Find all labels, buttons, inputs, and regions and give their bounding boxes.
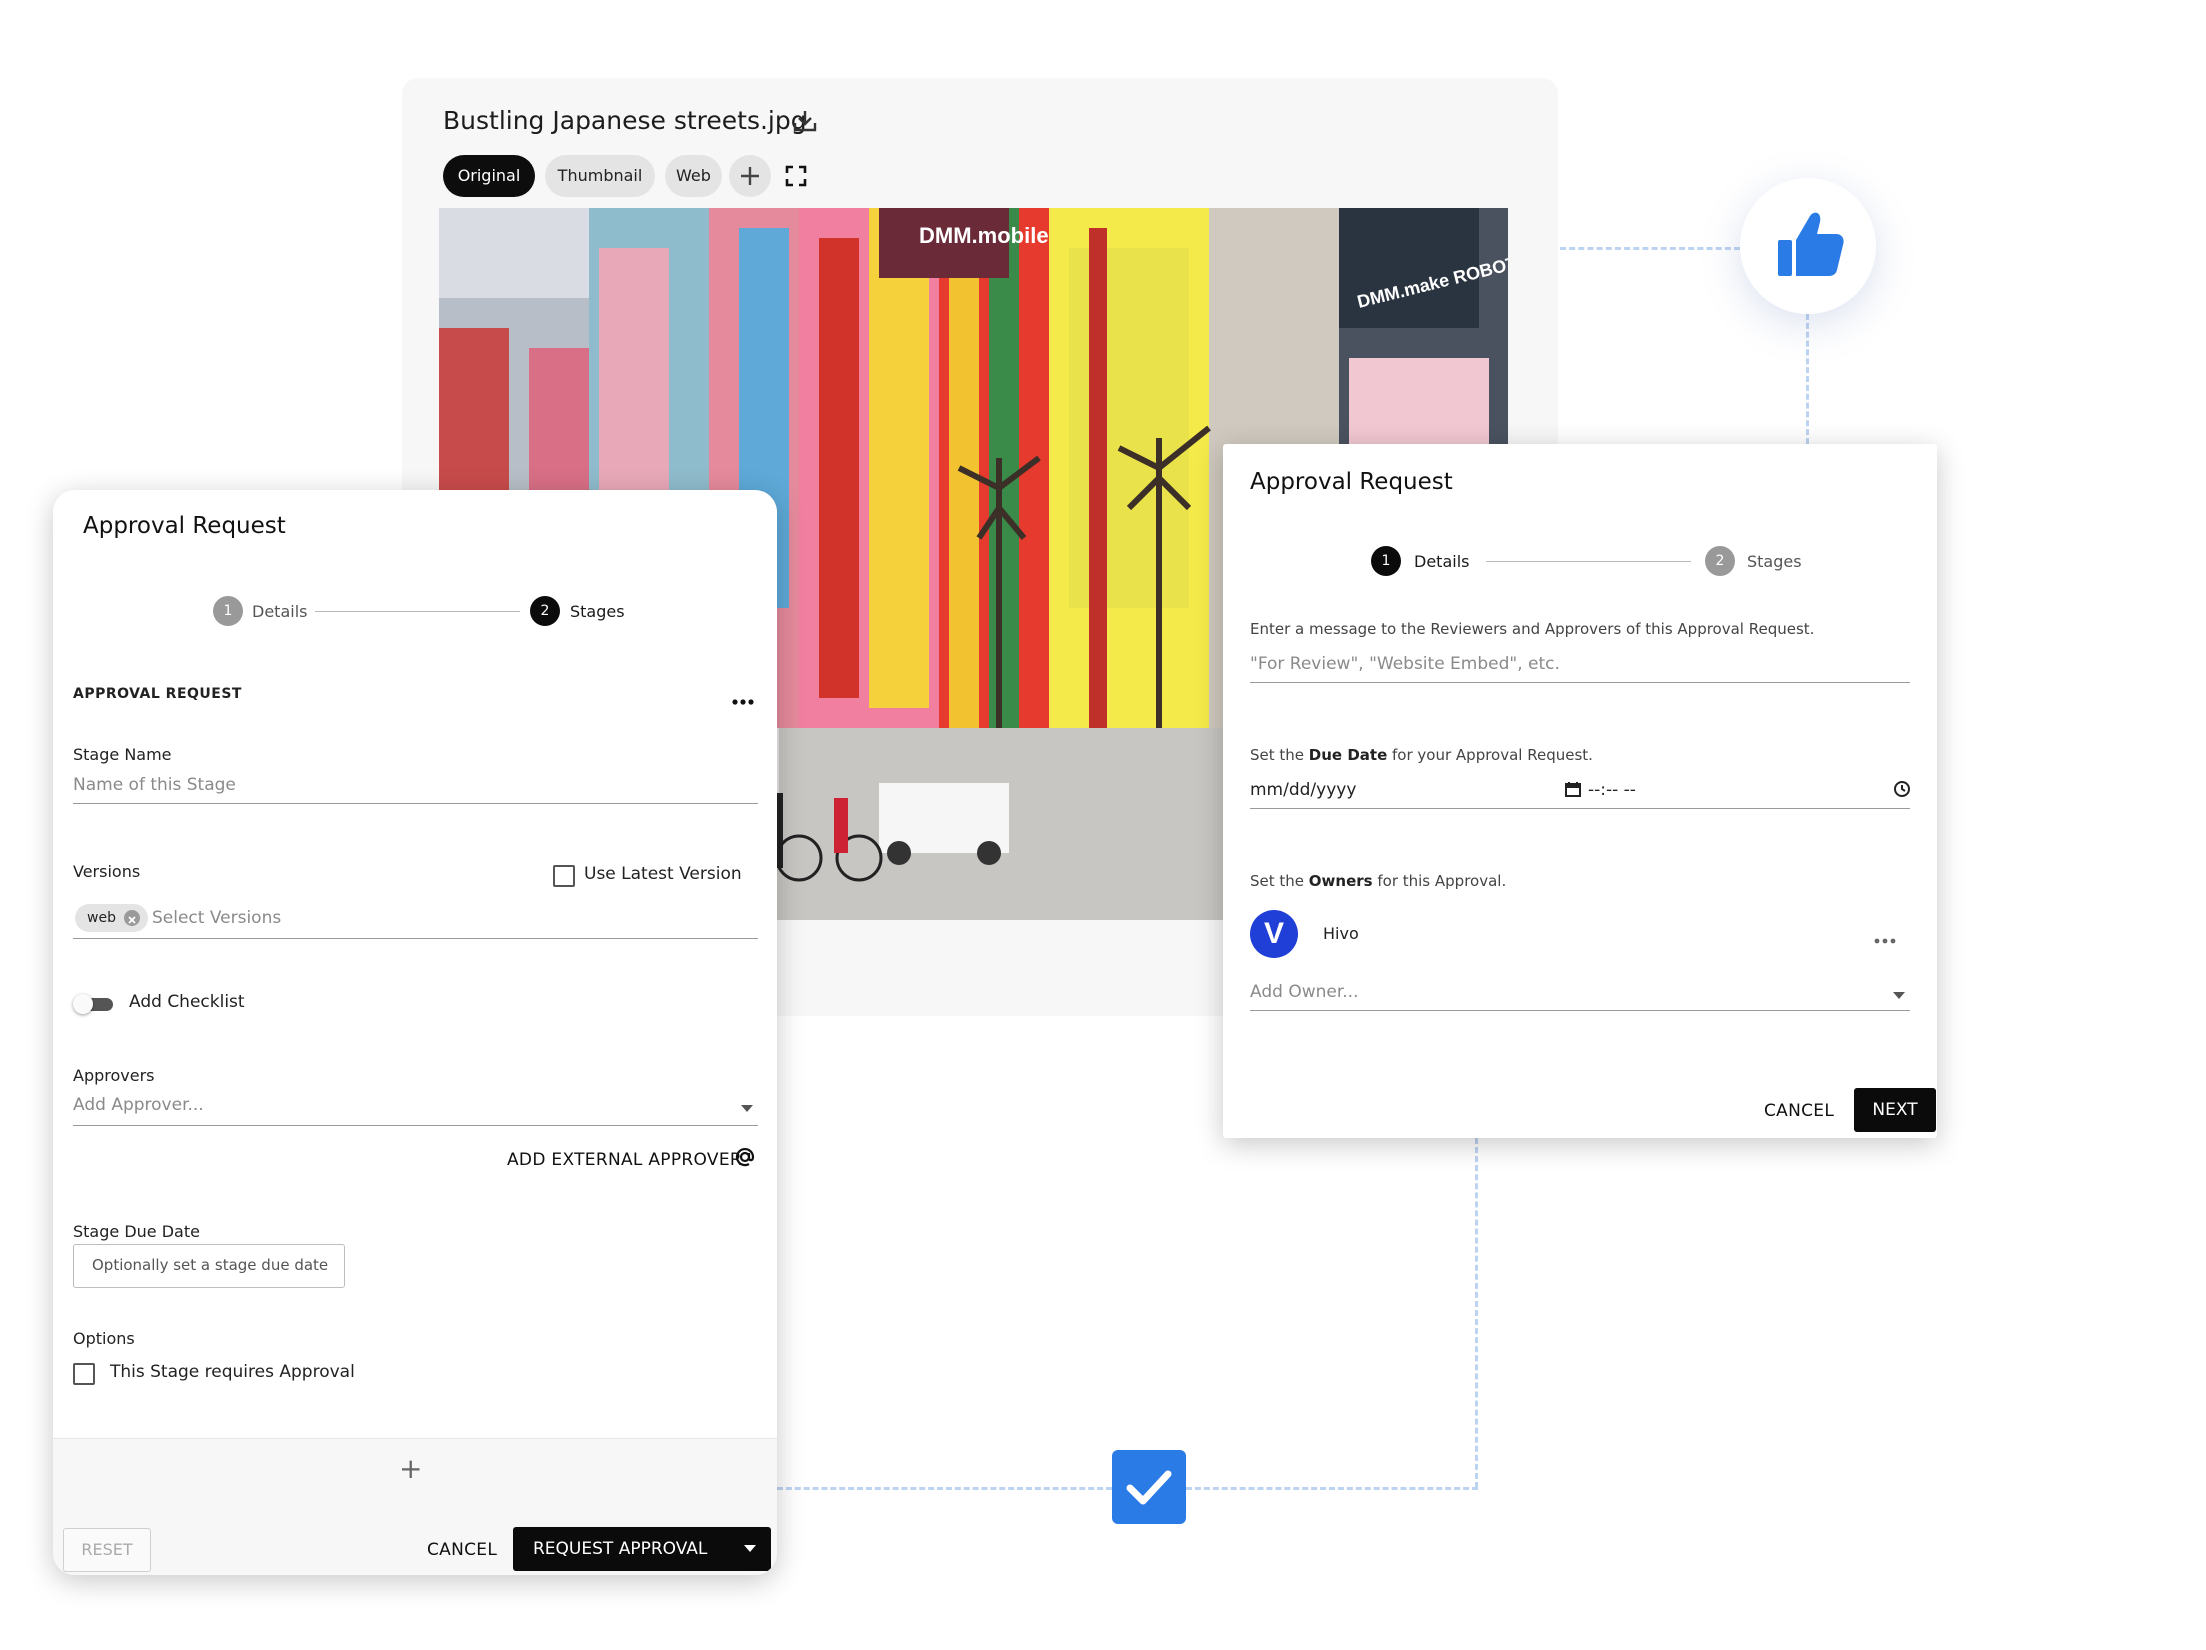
more-icon[interactable] — [1873, 930, 1897, 944]
due-date-input[interactable]: mm/dd/yyyy — [1250, 780, 1356, 800]
version-chip-label: web — [87, 910, 116, 926]
dropdown-caret-icon[interactable] — [741, 1105, 753, 1112]
tab-thumbnail[interactable]: Thumbnail — [545, 155, 655, 197]
tab-web[interactable]: Web — [665, 155, 722, 197]
owners-prompt: Set the Owners for this Approval. — [1250, 872, 1507, 890]
reset-button[interactable]: RESET — [63, 1528, 151, 1572]
add-checklist-label: Add Checklist — [129, 992, 245, 1012]
thumbs-up-icon — [1778, 212, 1844, 276]
step-1-indicator: 1 — [213, 596, 243, 626]
use-latest-version-label: Use Latest Version — [584, 864, 742, 884]
stage-due-date-label: Stage Due Date — [73, 1222, 200, 1241]
add-version-button[interactable] — [729, 155, 771, 197]
approved-badge — [1740, 178, 1876, 314]
stage-name-label: Stage Name — [73, 745, 172, 764]
dropdown-caret-icon[interactable] — [1893, 992, 1905, 999]
checkmark-icon — [1126, 1470, 1172, 1505]
add-checklist-toggle[interactable] — [73, 994, 115, 1014]
cancel-button[interactable]: CANCEL — [1764, 1101, 1834, 1121]
asset-filename: Bustling Japanese streets.jpg — [443, 106, 807, 135]
connector-line — [777, 1487, 1112, 1490]
tab-original[interactable]: Original — [443, 155, 535, 197]
step-details-label[interactable]: Details — [1414, 552, 1469, 571]
due-time-input[interactable]: --:-- -- — [1588, 780, 1636, 800]
step-2-indicator: 2 — [530, 596, 560, 626]
stepper-line — [1486, 561, 1691, 562]
request-approval-button-group: REQUEST APPROVAL — [513, 1527, 771, 1571]
add-stage-button[interactable]: + — [399, 1452, 422, 1485]
requires-approval-label: This Stage requires Approval — [110, 1362, 355, 1382]
connector-line — [1806, 314, 1809, 444]
dialog-title: Approval Request — [83, 513, 286, 539]
due-date-prompt: Set the Due Date for your Approval Reque… — [1250, 746, 1593, 764]
step-stages-label[interactable]: Stages — [570, 602, 625, 621]
message-prompt: Enter a message to the Reviewers and App… — [1250, 620, 1815, 638]
close-chip-icon[interactable] — [123, 910, 140, 926]
stepper-line — [315, 611, 520, 612]
section-heading: APPROVAL REQUEST — [73, 686, 242, 702]
calendar-icon[interactable] — [1564, 780, 1584, 800]
at-icon[interactable] — [733, 1145, 757, 1169]
owner-name: Hivo — [1323, 924, 1359, 943]
connector-line — [1560, 247, 1740, 250]
dialog-title: Approval Request — [1250, 469, 1453, 495]
request-approval-button[interactable]: REQUEST APPROVAL — [533, 1527, 707, 1571]
approval-request-dialog-stages: Approval Request 1 Details 2 Stages APPR… — [53, 490, 777, 1575]
expand-icon[interactable] — [784, 164, 808, 188]
approval-request-dialog-details: Approval Request 1 Details 2 Stages Ente… — [1223, 444, 1937, 1138]
version-chip: web — [75, 904, 148, 932]
message-input[interactable]: "For Review", "Website Embed", etc. — [1250, 654, 1560, 674]
step-1-indicator: 1 — [1371, 546, 1401, 576]
connector-line — [1475, 1138, 1478, 1488]
sign-dmm-mobile: DMM.mobile — [919, 223, 1049, 248]
stage-name-input[interactable]: Name of this Stage — [73, 775, 236, 795]
use-latest-version-checkbox[interactable] — [553, 865, 575, 887]
more-icon[interactable] — [731, 691, 755, 705]
dropdown-caret-icon — [744, 1545, 756, 1552]
select-versions-input[interactable]: Select Versions — [152, 908, 281, 928]
step-2-indicator: 2 — [1705, 546, 1735, 576]
owner-avatar: V — [1250, 910, 1298, 958]
connector-line — [1186, 1487, 1478, 1490]
completed-badge — [1112, 1450, 1186, 1524]
step-details-label[interactable]: Details — [252, 602, 307, 621]
cancel-button[interactable]: CANCEL — [427, 1540, 497, 1560]
clock-icon[interactable] — [1893, 780, 1913, 800]
stage-due-date-input[interactable]: Optionally set a stage due date — [73, 1244, 345, 1288]
next-button[interactable]: NEXT — [1854, 1088, 1936, 1132]
options-label: Options — [73, 1329, 135, 1348]
versions-label: Versions — [73, 862, 141, 881]
add-owner-select[interactable]: Add Owner... — [1250, 982, 1358, 1002]
requires-approval-checkbox[interactable] — [73, 1363, 95, 1385]
add-external-approver-button[interactable]: ADD EXTERNAL APPROVER — [507, 1150, 742, 1170]
download-icon[interactable] — [790, 106, 820, 136]
plus-icon — [741, 167, 759, 185]
step-stages-label[interactable]: Stages — [1747, 552, 1802, 571]
request-approval-menu-button[interactable] — [729, 1527, 771, 1571]
approvers-label: Approvers — [73, 1066, 155, 1085]
add-approver-select[interactable]: Add Approver... — [73, 1095, 204, 1115]
